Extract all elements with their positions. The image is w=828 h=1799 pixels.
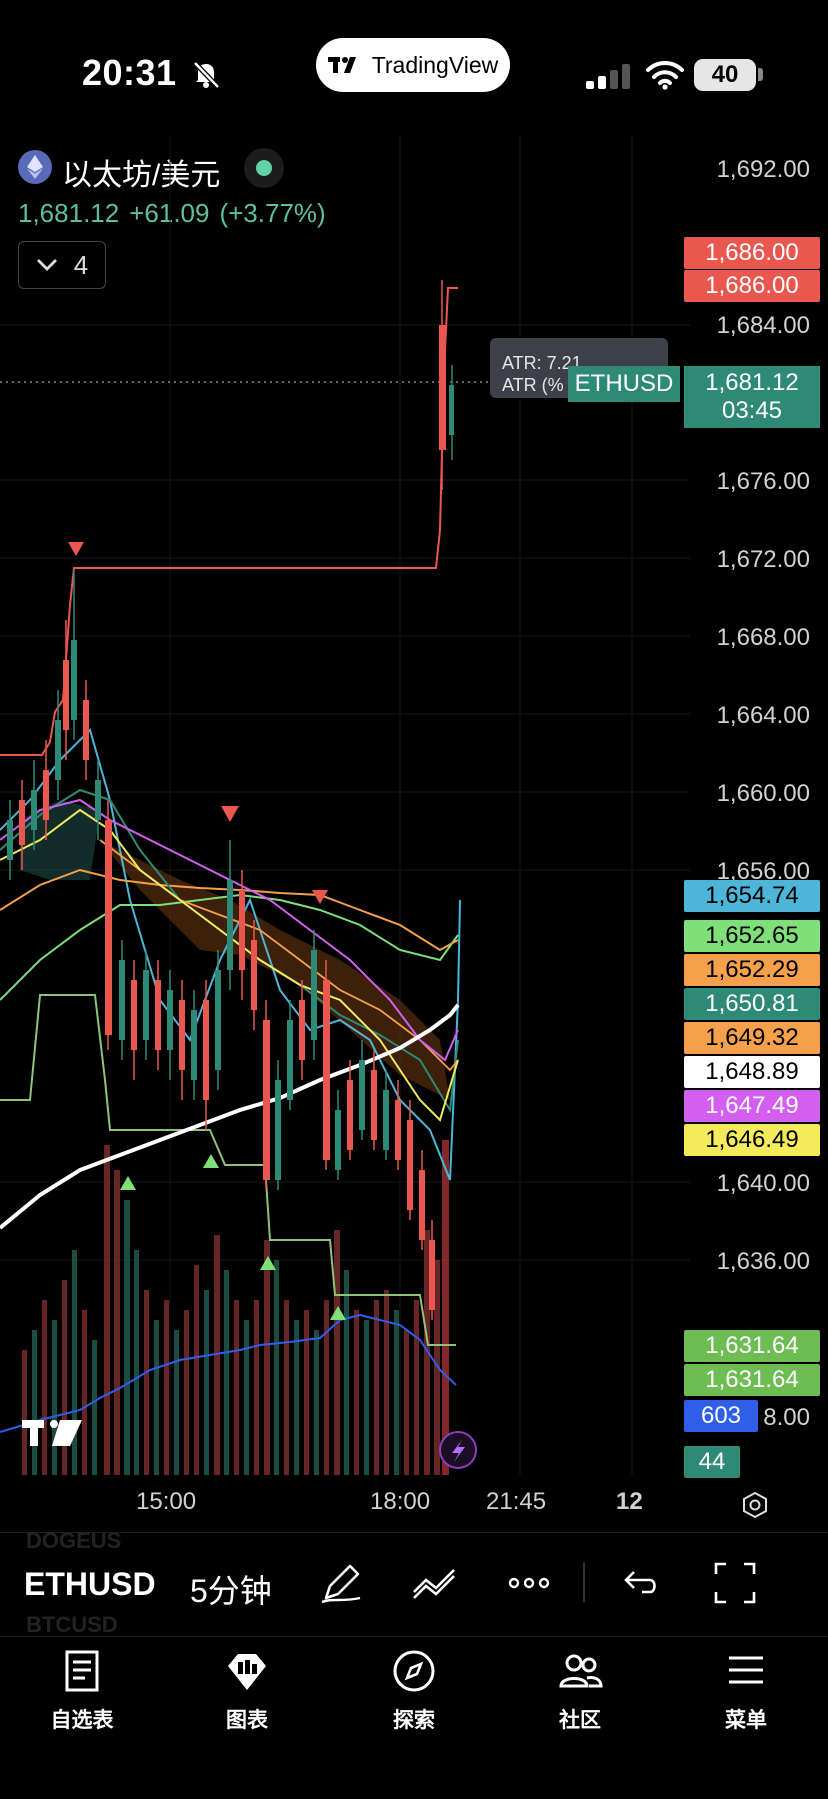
price-tag-ma-orange: 1,652.29 <box>684 954 820 986</box>
tradingview-pill[interactable]: TradingView <box>316 38 510 92</box>
drawing-pen-icon[interactable] <box>316 1558 366 1608</box>
price-tag-ma-purple: 1,647.49 <box>684 1090 820 1122</box>
price-chart[interactable] <box>0 120 690 1475</box>
battery-icon: 40 <box>694 59 756 91</box>
toolbar-divider <box>0 1532 828 1533</box>
symbol-picker[interactable]: ETHUSD <box>24 1566 156 1603</box>
price-tick: 8.00 <box>763 1404 810 1431</box>
symbol-ghost-below: BTCUSD <box>26 1612 118 1637</box>
price-tag-stop: 1,686.00 <box>684 270 820 302</box>
interval-picker[interactable]: 5分钟 <box>190 1566 272 1612</box>
price-tick: 1,660.00 <box>716 780 810 807</box>
chart-settings-icon[interactable] <box>740 1490 770 1520</box>
nav-label: 社区 <box>559 1709 601 1732</box>
price-tag-ma-orange-2: 1,649.32 <box>684 1022 820 1054</box>
price-tag-stop-low-2: 1,631.64 <box>684 1364 820 1396</box>
silent-bell-icon <box>193 61 220 89</box>
undo-icon[interactable] <box>614 1558 664 1608</box>
nav-chart[interactable]: 图表 <box>187 1648 307 1734</box>
price-tag-ma-white: 1,648.89 <box>684 1056 820 1088</box>
menu-icon <box>729 1656 763 1684</box>
price-tag-stop-low: 1,631.64 <box>684 1330 820 1362</box>
indicator-value-tag: 44 <box>684 1446 740 1478</box>
current-price-tag: 1,681.12 03:45 <box>684 366 820 428</box>
nav-explore[interactable]: 探索 <box>354 1648 474 1734</box>
battery-level: 40 <box>711 61 739 88</box>
symbol-price-tag: ETHUSD <box>568 366 680 402</box>
nav-label: 图表 <box>226 1709 268 1732</box>
price-tag-ma-green: 1,652.65 <box>684 920 820 952</box>
bar-countdown: 03:45 <box>721 397 783 424</box>
time-label: 15:00 <box>136 1488 197 1515</box>
time-label: 21:45 <box>486 1488 547 1515</box>
time-label: 18:00 <box>370 1488 431 1515</box>
tradingview-pill-label: TradingView <box>371 51 499 78</box>
nav-label: 自选表 <box>50 1709 114 1732</box>
price-tick: 1,692.00 <box>716 156 810 183</box>
price-tag-ma-cyan: 1,654.74 <box>684 880 820 912</box>
battery-tip <box>758 68 763 81</box>
price-tag-ma-yellow: 1,646.49 <box>684 1124 820 1156</box>
watchlist-icon <box>65 1650 99 1692</box>
community-icon <box>559 1654 603 1688</box>
price-tick: 1,636.00 <box>716 1248 810 1275</box>
price-tag-high: 1,686.00 <box>684 237 820 269</box>
more-options-icon[interactable] <box>504 1558 554 1608</box>
volume-ma-tag: 603 <box>684 1400 758 1432</box>
symbol-ghost-above: DOGEUS <box>26 1528 122 1553</box>
fullscreen-icon[interactable] <box>710 1558 760 1608</box>
price-tick: 1,668.00 <box>716 624 810 651</box>
price-tick: 1,640.00 <box>716 1170 810 1197</box>
cellular-signal-icon <box>586 64 630 89</box>
current-price-value: 1,681.12 <box>705 369 799 396</box>
volume-bars <box>22 1140 449 1475</box>
nav-community[interactable]: 社区 <box>520 1648 640 1734</box>
nav-label: 菜单 <box>725 1709 767 1732</box>
toolbar-separator <box>583 1562 585 1602</box>
price-tick: 1,676.00 <box>716 468 810 495</box>
nav-menu[interactable]: 菜单 <box>686 1648 806 1734</box>
nav-watchlist[interactable]: 自选表 <box>22 1648 142 1734</box>
price-tick: 1,684.00 <box>716 312 810 339</box>
compass-icon <box>393 1650 435 1692</box>
price-tick: 1,664.00 <box>716 702 810 729</box>
status-time: 20:31 <box>82 52 177 93</box>
price-tick: 1,672.00 <box>716 546 810 573</box>
lightning-button <box>439 1431 477 1469</box>
time-label: 12 <box>616 1488 643 1515</box>
price-tag-ma-teal: 1,650.81 <box>684 988 820 1020</box>
chart-icon <box>228 1654 266 1690</box>
tradingview-logo-icon <box>327 57 356 73</box>
wifi-icon <box>646 60 684 90</box>
indicators-icon[interactable] <box>410 1558 460 1608</box>
nav-label: 探索 <box>393 1709 435 1732</box>
